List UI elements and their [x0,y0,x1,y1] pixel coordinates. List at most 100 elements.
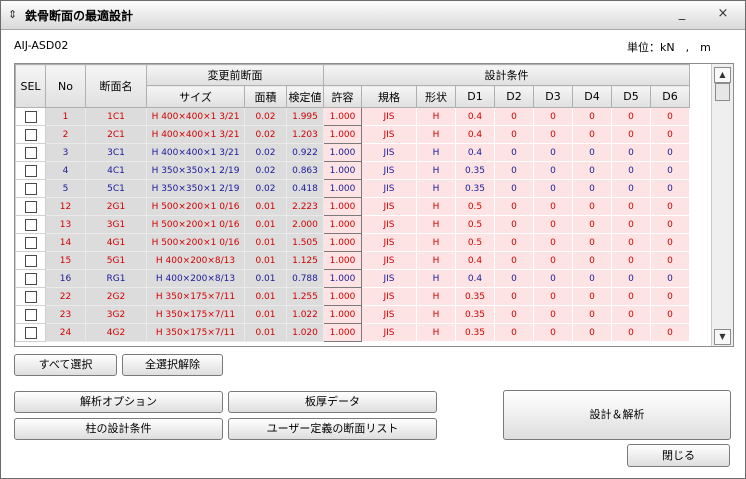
allowable-cell[interactable]: 1.000 [323,287,362,306]
shape-cell[interactable]: H [416,287,456,306]
column-design-conditions-button[interactable]: 柱の設計条件 [14,418,223,440]
row-select-checkbox[interactable] [24,110,37,123]
standard-cell[interactable]: JIS [361,161,417,180]
shape-cell[interactable]: H [416,215,456,234]
allowable-cell[interactable]: 1.000 [323,269,362,288]
col-area[interactable]: 面積 [244,85,287,108]
row-select-checkbox[interactable] [24,200,37,213]
d2-cell[interactable]: 0 [494,107,534,126]
d3-cell[interactable]: 0 [533,251,573,270]
row-select-checkbox[interactable] [24,326,37,339]
col-shape[interactable]: 形状 [416,85,456,108]
row-select-checkbox[interactable] [24,236,37,249]
shape-cell[interactable]: H [416,251,456,270]
col-sel[interactable]: SEL [15,64,46,108]
shape-cell[interactable]: H [416,161,456,180]
table-row[interactable]: 15 5G1 H 400×200×8/13 0.01 1.125 1.000 JIS H 0.4… [15,251,690,270]
col-d3[interactable]: D3 [533,85,573,108]
shape-cell[interactable]: H [416,305,456,324]
d1-cell[interactable]: 0.35 [455,161,495,180]
standard-cell[interactable]: JIS [361,287,417,306]
d2-cell[interactable]: 0 [494,233,534,252]
select-all-button[interactable]: すべて選択 [14,354,117,376]
d1-cell[interactable]: 0.35 [455,287,495,306]
shape-cell[interactable]: H [416,233,456,252]
allowable-cell[interactable]: 1.000 [323,251,362,270]
d3-cell[interactable]: 0 [533,269,573,288]
d1-cell[interactable]: 0.5 [455,197,495,216]
allowable-cell[interactable]: 1.000 [323,143,362,162]
table-row[interactable]: 2 2C1 H 400×400×1 3/21 0.02 1.203 1.000 JIS H 0.… [15,125,690,144]
d4-cell[interactable]: 0 [572,197,612,216]
d2-cell[interactable]: 0 [494,179,534,198]
d1-cell[interactable]: 0.5 [455,233,495,252]
d1-cell[interactable]: 0.4 [455,125,495,144]
standard-cell[interactable]: JIS [361,197,417,216]
d1-cell[interactable]: 0.35 [455,305,495,324]
row-select-checkbox[interactable] [24,146,37,159]
d3-cell[interactable]: 0 [533,179,573,198]
sel-cell[interactable] [15,215,46,234]
table-row[interactable]: 4 4C1 H 350×350×1 2/19 0.02 0.863 1.000 JIS H 0.… [15,161,690,180]
user-defined-sections-button[interactable]: ユーザー定義の断面リスト [228,418,437,440]
d3-cell[interactable]: 0 [533,107,573,126]
allowable-cell[interactable]: 1.000 [323,197,362,216]
standard-cell[interactable]: JIS [361,233,417,252]
d1-cell[interactable]: 0.35 [455,179,495,198]
sel-cell[interactable] [15,269,46,288]
col-section-name[interactable]: 断面名 [85,64,147,108]
window-menu-icon[interactable]: ⇕ [8,8,17,21]
d3-cell[interactable]: 0 [533,197,573,216]
row-select-checkbox[interactable] [24,218,37,231]
standard-cell[interactable]: JIS [361,107,417,126]
row-select-checkbox[interactable] [24,272,37,285]
d4-cell[interactable]: 0 [572,269,612,288]
d4-cell[interactable]: 0 [572,251,612,270]
allowable-cell[interactable]: 1.000 [323,107,362,126]
design-and-analyze-button[interactable]: 設計＆解析 [503,390,731,440]
row-select-checkbox[interactable] [24,254,37,267]
sel-cell[interactable] [15,251,46,270]
d5-cell[interactable]: 0 [611,107,651,126]
d1-cell[interactable]: 0.4 [455,251,495,270]
sel-cell[interactable] [15,287,46,306]
d3-cell[interactable]: 0 [533,125,573,144]
d3-cell[interactable]: 0 [533,161,573,180]
d3-cell[interactable]: 0 [533,215,573,234]
row-select-checkbox[interactable] [24,308,37,321]
d3-cell[interactable]: 0 [533,323,573,342]
d4-cell[interactable]: 0 [572,305,612,324]
d4-cell[interactable]: 0 [572,323,612,342]
analysis-options-button[interactable]: 解析オプション [14,391,223,413]
d6-cell[interactable]: 0 [650,161,690,180]
standard-cell[interactable]: JIS [361,215,417,234]
allowable-cell[interactable]: 1.000 [323,233,362,252]
d6-cell[interactable]: 0 [650,323,690,342]
sel-cell[interactable] [15,233,46,252]
scroll-down-icon[interactable]: ▼ [714,329,731,345]
d6-cell[interactable]: 0 [650,125,690,144]
allowable-cell[interactable]: 1.000 [323,215,362,234]
shape-cell[interactable]: H [416,125,456,144]
d5-cell[interactable]: 0 [611,161,651,180]
shape-cell[interactable]: H [416,323,456,342]
table-row[interactable]: 22 2G2 H 350×175×7/11 0.01 1.255 1.000 JIS H 0.3… [15,287,690,306]
d6-cell[interactable]: 0 [650,179,690,198]
col-check-ratio[interactable]: 検定値 [286,85,324,108]
sel-cell[interactable] [15,323,46,342]
d1-cell[interactable]: 0.4 [455,269,495,288]
d5-cell[interactable]: 0 [611,251,651,270]
d2-cell[interactable]: 0 [494,143,534,162]
d6-cell[interactable]: 0 [650,233,690,252]
shape-cell[interactable]: H [416,143,456,162]
d2-cell[interactable]: 0 [494,323,534,342]
d6-cell[interactable]: 0 [650,143,690,162]
standard-cell[interactable]: JIS [361,125,417,144]
d2-cell[interactable]: 0 [494,269,534,288]
col-d6[interactable]: D6 [650,85,690,108]
d2-cell[interactable]: 0 [494,161,534,180]
d1-cell[interactable]: 0.5 [455,215,495,234]
table-row[interactable]: 13 3G1 H 500×200×1 0/16 0.01 2.000 1.000 JIS H 0… [15,215,690,234]
d5-cell[interactable]: 0 [611,125,651,144]
d6-cell[interactable]: 0 [650,215,690,234]
